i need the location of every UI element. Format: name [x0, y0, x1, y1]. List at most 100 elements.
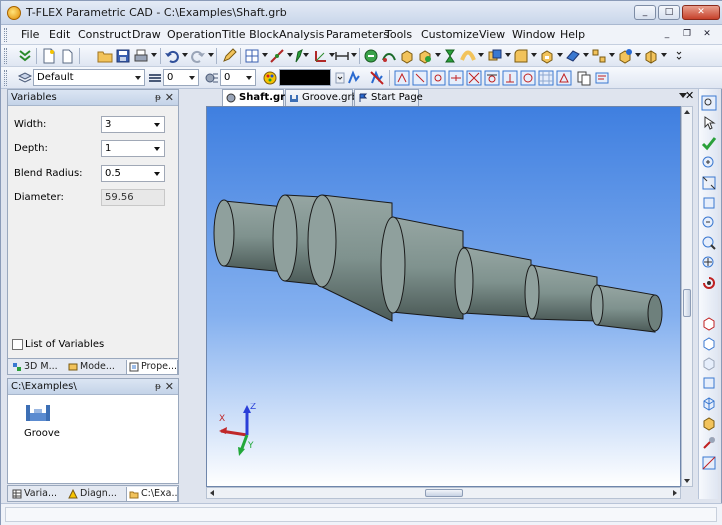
snap-perpendicular-icon[interactable]	[502, 70, 518, 86]
3d-path-icon[interactable]	[381, 48, 397, 64]
section-icon[interactable]	[701, 455, 717, 471]
tab-diagnostics[interactable]: Diagn...	[66, 487, 124, 502]
snap-icon[interactable]	[346, 70, 362, 86]
level-combo-2[interactable]: 0	[220, 69, 256, 86]
render-icon[interactable]	[701, 415, 717, 431]
checkmark-icon[interactable]	[701, 135, 717, 151]
menu-customize[interactable]: Customize	[421, 28, 479, 41]
view-top-icon[interactable]	[701, 335, 717, 351]
dimension-icon[interactable]	[334, 48, 350, 64]
tab-variables[interactable]: Varia...	[10, 487, 64, 502]
vertical-scroll-thumb[interactable]	[683, 289, 691, 317]
menu-construct[interactable]: Construct	[78, 28, 131, 41]
tab-properties[interactable]: Prope...	[126, 360, 178, 375]
groove-file-label[interactable]: Groove	[24, 428, 60, 439]
marker-dropdown-arrow[interactable]	[303, 53, 309, 57]
object-properties-icon[interactable]	[594, 70, 610, 86]
minimize-button[interactable]: _	[634, 5, 656, 20]
rotate-view-icon[interactable]	[701, 275, 717, 291]
boolean-icon[interactable]	[487, 48, 503, 64]
zoom-window-icon[interactable]	[701, 95, 717, 111]
redo-dropdown-arrow[interactable]	[208, 53, 214, 57]
tab-3d-model[interactable]: 3D M...	[10, 360, 64, 375]
dock-splitter[interactable]	[183, 89, 189, 499]
shaft-model[interactable]	[207, 107, 681, 487]
new-page-icon[interactable]	[59, 48, 75, 64]
scroll-right-icon[interactable]	[673, 490, 677, 496]
menu-title-block[interactable]: Title Block	[222, 28, 279, 41]
color-dropdown-icon[interactable]	[332, 70, 345, 86]
shell-icon[interactable]	[539, 48, 555, 64]
assembly-dropdown-arrow[interactable]	[661, 53, 667, 57]
shell-dropdown-arrow[interactable]	[557, 53, 563, 57]
snap-object-icon[interactable]	[556, 70, 572, 86]
layer-combo[interactable]: Default	[33, 69, 145, 86]
sheet-dropdown-arrow[interactable]	[583, 53, 589, 57]
menu-window[interactable]: Window	[512, 28, 555, 41]
toolbar-overflow-icon[interactable]	[671, 48, 682, 64]
horizontal-scrollbar[interactable]	[206, 487, 681, 499]
pan-icon[interactable]	[701, 255, 717, 271]
drawing-icon[interactable]	[617, 48, 633, 64]
tab-groove-grb[interactable]: Groove.grb	[285, 89, 358, 106]
scroll-up-icon[interactable]	[684, 110, 690, 114]
snap-vertex-icon[interactable]	[394, 70, 410, 86]
color-combo[interactable]	[279, 69, 331, 86]
3d-viewport[interactable]: X Z Y	[206, 106, 681, 487]
scroll-left-icon[interactable]	[210, 490, 214, 496]
snap-grid-icon[interactable]	[538, 70, 554, 86]
snap-middle-icon[interactable]	[448, 70, 464, 86]
chevron-double-down-icon[interactable]	[17, 48, 33, 64]
print-dropdown-arrow[interactable]	[151, 53, 157, 57]
loft-icon[interactable]	[442, 48, 458, 64]
sweep-dropdown-arrow[interactable]	[478, 53, 484, 57]
rotate-icon[interactable]	[417, 48, 433, 64]
mdi-close-button[interactable]: ✕	[699, 28, 715, 41]
close-icon[interactable]: ✕	[165, 379, 174, 394]
grid-icon[interactable]	[244, 48, 260, 64]
3d-node-icon[interactable]	[363, 48, 379, 64]
shading-icon[interactable]	[701, 435, 717, 451]
edit-pencil-icon[interactable]	[221, 48, 237, 64]
tab-model-menu[interactable]: Mode...	[66, 360, 124, 375]
select-filter-icon[interactable]	[701, 115, 717, 131]
view-iso-icon[interactable]	[701, 375, 717, 391]
undo-dropdown-arrow[interactable]	[182, 53, 188, 57]
menu-file[interactable]: File	[21, 28, 39, 41]
close-icon[interactable]: ✕	[165, 90, 174, 105]
mdi-minimize-button[interactable]: _	[659, 28, 675, 41]
menu-edit[interactable]: Edit	[49, 28, 70, 41]
extrude-icon[interactable]	[399, 48, 415, 64]
pattern-dropdown-arrow[interactable]	[609, 53, 615, 57]
view-side-icon[interactable]	[701, 355, 717, 371]
sweep-icon[interactable]	[460, 48, 476, 64]
zoom-realtime-icon[interactable]	[701, 235, 717, 251]
snap-quadrant-icon[interactable]	[520, 70, 536, 86]
mdi-restore-button[interactable]: ❐	[679, 28, 695, 41]
toolbar-grip[interactable]	[4, 70, 7, 86]
zoom-extents-icon[interactable]	[701, 195, 717, 211]
zoom-all-icon[interactable]	[701, 175, 717, 191]
tab-start-page[interactable]: Start Page	[354, 89, 423, 106]
open-folder-icon[interactable]	[97, 48, 113, 64]
maximize-button[interactable]: □	[658, 5, 680, 20]
pin-icon[interactable]: ᵽ	[155, 91, 161, 106]
undo-icon[interactable]	[164, 48, 180, 64]
snap-off-icon[interactable]	[369, 70, 385, 86]
menu-operation[interactable]: Operation	[167, 28, 222, 41]
horizontal-scroll-thumb[interactable]	[425, 489, 463, 497]
fillet-dropdown-arrow[interactable]	[531, 53, 537, 57]
snap-intersection-icon[interactable]	[466, 70, 482, 86]
toolbar-grip[interactable]	[4, 48, 7, 64]
menu-help[interactable]: Help	[560, 28, 585, 41]
menu-tools[interactable]: Tools	[385, 28, 412, 41]
save-icon[interactable]	[115, 48, 131, 64]
close-button[interactable]: ✕	[682, 5, 720, 20]
list-of-variables-checkbox[interactable]	[12, 339, 23, 350]
tab-shaft-grb[interactable]: Shaft.grb	[222, 89, 292, 106]
menubar-grip[interactable]	[4, 28, 7, 42]
grid-dropdown-arrow[interactable]	[262, 53, 268, 57]
menu-draw[interactable]: Draw	[132, 28, 161, 41]
axis-icon[interactable]	[313, 48, 329, 64]
view-front-icon[interactable]	[701, 315, 717, 331]
